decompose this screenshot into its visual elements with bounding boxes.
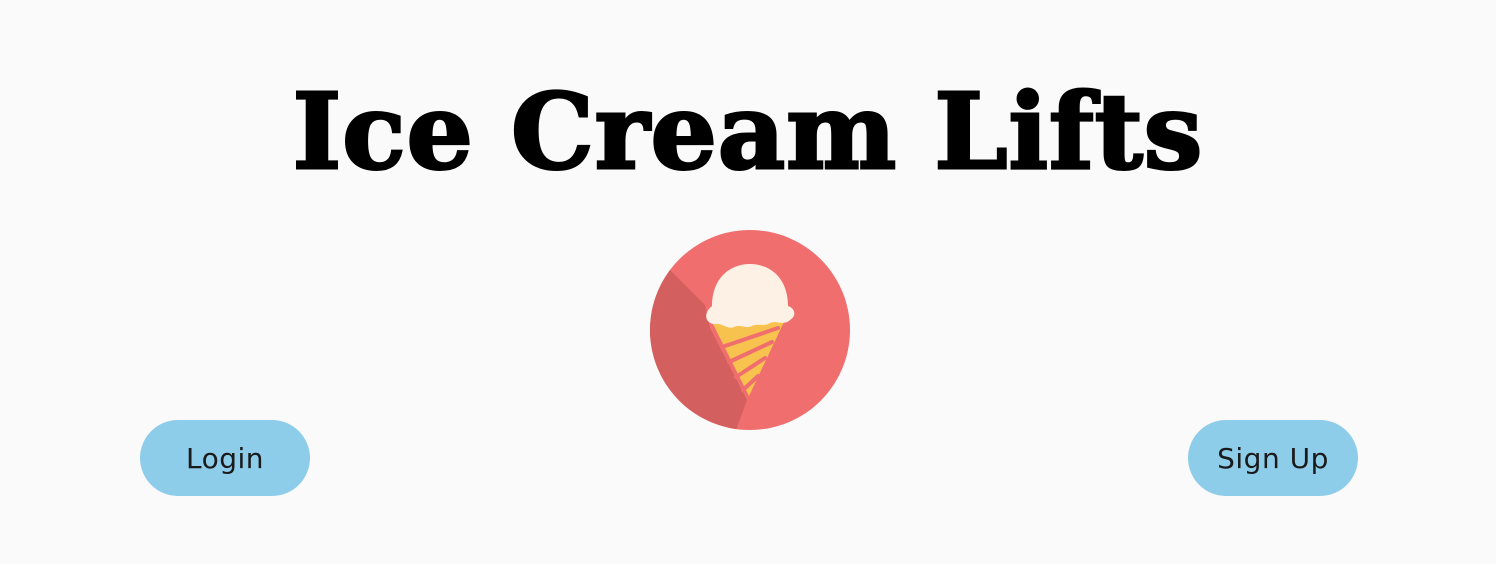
login-button[interactable]: Login (140, 420, 310, 496)
sign-up-button[interactable]: Sign Up (1188, 420, 1358, 496)
app-title: Ice Cream Lifts (291, 70, 1204, 193)
ice-cream-cone-icon (650, 230, 850, 430)
